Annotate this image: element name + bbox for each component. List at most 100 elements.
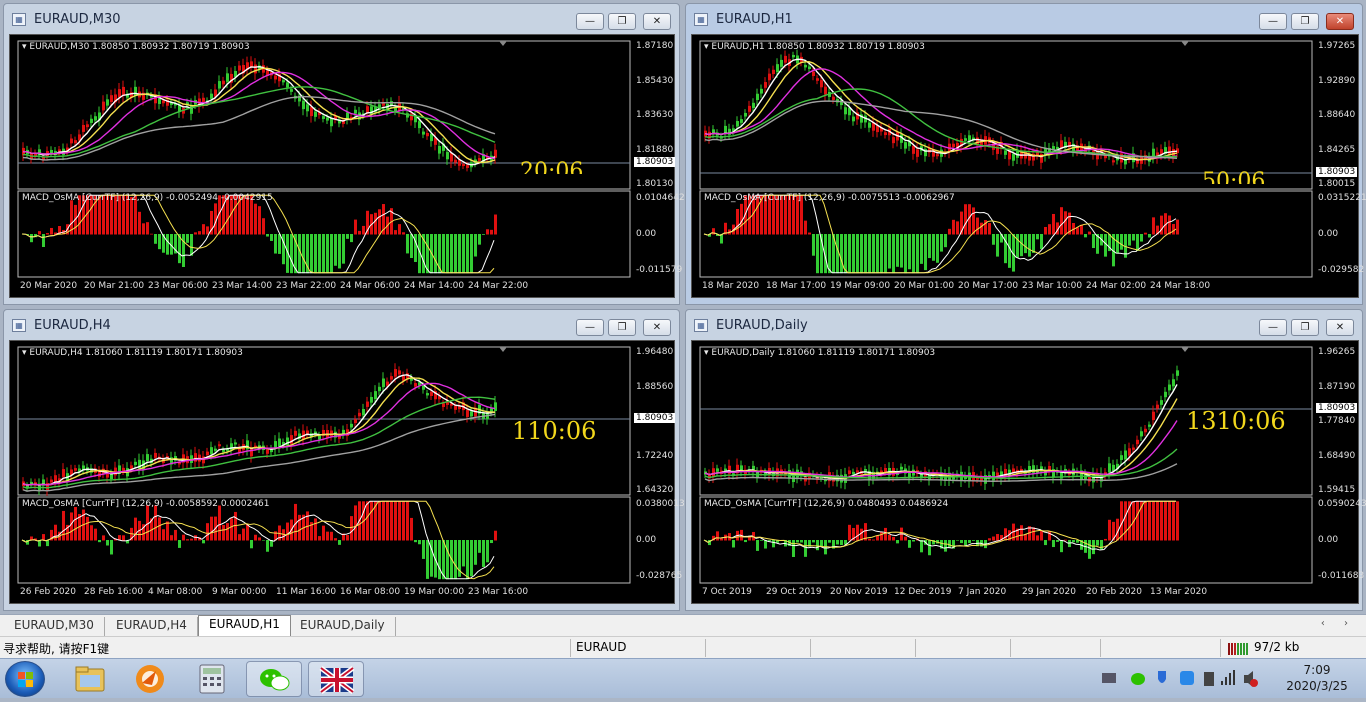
chart-area[interactable]: ▾ EURAUD,H1 1.80850 1.80932 1.80719 1.80… [691,34,1366,298]
price-axis-label: 1.84265 [1318,144,1356,155]
time-axis-label: 7 Jan 2020 [958,587,1007,597]
macd-bar [422,540,425,559]
macd-bar [912,540,915,542]
macd-bar [358,230,361,235]
candle [1112,160,1115,163]
macd-bar [190,234,193,256]
clock[interactable]: 7:09 2020/3/25 [1272,659,1362,699]
candle [378,386,381,392]
restore-button[interactable]: ❐ [1291,13,1319,30]
window-titlebar[interactable]: ▦ EURAUD,Daily — ❐ ✕ [686,310,1362,340]
start-button-icon[interactable] [5,661,45,697]
candle [370,396,373,403]
candle [294,430,297,436]
minimize-button[interactable]: — [1259,13,1287,30]
candle [222,449,225,452]
tab-euraud-h1[interactable]: EURAUD,H1 [198,615,291,636]
candle [438,145,441,154]
macd-bar [406,501,409,541]
macd-bar [342,234,345,264]
candle [470,411,473,417]
wechat-icon[interactable] [246,661,302,697]
close-button[interactable]: ✕ [643,13,671,30]
restore-button[interactable]: ❐ [608,13,636,30]
price-axis-label: 1.87180 [636,41,674,51]
window-titlebar[interactable]: ▦ EURAUD,H4 — ❐ ✕ [4,310,679,340]
macd-bar [490,540,493,544]
macd-bar [1132,234,1135,241]
close-button[interactable]: ✕ [1326,13,1354,30]
macd-bar [418,540,421,545]
time-axis-label: 24 Mar 14:00 [404,281,465,291]
macd-bar [50,227,53,235]
file-explorer-icon[interactable] [62,661,118,697]
tab-euraud-daily[interactable]: EURAUD,Daily [290,617,396,636]
candle [94,116,97,121]
macd-bar [378,209,381,235]
macd-bar [458,234,461,274]
chart-window-h4[interactable]: ▦ EURAUD,H4 — ❐ ✕ ▾ EURAUD,H4 1.81060 1.… [3,309,685,611]
macd-bar [146,222,149,235]
macd-axis-label: -0.028765 [636,571,683,581]
macd-bar [940,234,943,252]
restore-button[interactable]: ❐ [1291,319,1319,336]
candle [816,78,819,81]
calculator-icon[interactable] [184,661,240,697]
time-axis-label: 19 Mar 09:00 [830,281,891,291]
macd-bar [884,527,887,541]
macd-bar [756,540,759,551]
uk-flag-app-icon[interactable] [308,661,364,697]
macd-bar [1080,224,1083,235]
macd-bar [1092,540,1095,555]
macd-bar [242,528,245,541]
macd-bar [892,234,895,274]
macd-bar [450,234,453,274]
macd-bar [980,222,983,235]
macd-bar [868,538,871,541]
macd-bar [230,518,233,541]
window-titlebar[interactable]: ▦ EURAUD,M30 — ❐ ✕ [4,4,679,34]
minimize-button[interactable]: — [576,319,604,336]
time-axis-label: 24 Mar 22:00 [468,281,529,291]
window-titlebar[interactable]: ▦ EURAUD,H1 — ❐ ✕ [686,4,1362,34]
chart-window-h1[interactable]: ▦ EURAUD,H1 — ❐ ✕ ▾ EURAUD,H1 1.80850 1.… [685,3,1366,305]
candle [70,138,73,144]
macd-bar [912,234,915,274]
chart-area[interactable]: ▾ EURAUD,H4 1.81060 1.81119 1.80171 1.80… [9,340,685,604]
chart-area[interactable]: ▾ EURAUD,Daily 1.81060 1.81119 1.80171 1… [691,340,1366,604]
time-axis-label: 4 Mar 08:00 [148,587,203,597]
candle [390,376,393,380]
restore-button[interactable]: ❐ [608,319,636,336]
chart-area[interactable]: ▾ EURAUD,M30 1.80850 1.80932 1.80719 1.8… [9,34,685,298]
minimize-button[interactable]: — [576,13,604,30]
macd-bar [454,234,457,274]
chart-window-daily[interactable]: ▦ EURAUD,Daily — ❐ ✕ ▾ EURAUD,Daily 1.81… [685,309,1366,611]
macd-axis-label: 0.0590243 [1318,499,1366,509]
macd-bar [964,204,967,235]
macd-bar [1144,501,1147,541]
chart-window-icon: ▦ [12,13,26,26]
tab-scroll-arrows[interactable]: ‹ › [1321,618,1356,629]
macd-bar [1036,535,1039,541]
macd-legend: MACD_OsMA [CurrTF] (12,26,9) -0.0058592 … [22,499,270,509]
candle [110,474,113,480]
macd-bar [258,206,261,235]
macd-bar [134,517,137,541]
macd-bar [362,225,365,235]
macd-bar [856,524,859,541]
macd-bar [840,540,843,546]
macd-bar [956,540,959,541]
minimize-button[interactable]: — [1259,319,1287,336]
tab-euraud-m30[interactable]: EURAUD,M30 [4,617,105,636]
macd-bar [1040,234,1043,250]
tab-euraud-h4[interactable]: EURAUD,H4 [106,617,198,636]
macd-bar [186,539,189,541]
browser-icon[interactable] [122,661,178,697]
candle [820,80,823,88]
macd-bar [948,540,951,548]
window-title: EURAUD,H1 [716,12,793,27]
close-button[interactable]: ✕ [1326,319,1354,336]
macd-axis-label: -0.011579 [636,265,683,275]
chart-window-m30[interactable]: ▦ EURAUD,M30 — ❐ ✕ ▾ EURAUD,M30 1.80850 … [3,3,685,305]
close-button[interactable]: ✕ [643,319,671,336]
